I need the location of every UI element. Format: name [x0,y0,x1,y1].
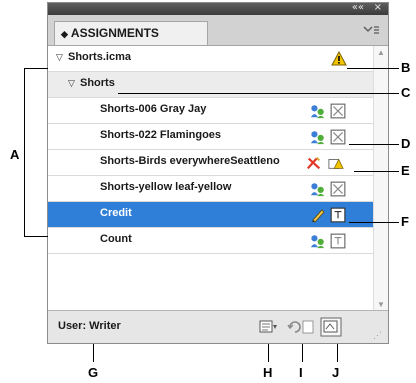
callout-line-c [118,93,399,94]
checked-out-icon [310,131,325,145]
callout-line-a [24,68,25,237]
panel-menu-icon[interactable] [362,24,380,36]
text-frame-icon [330,129,346,145]
list-scrollbar[interactable]: ▲ ▼ [373,46,388,312]
text-frame-icon [330,233,346,249]
list-item-document[interactable]: ▽ Shorts.icma [48,46,374,72]
callout-line-b [347,68,399,69]
resize-grip-icon[interactable]: ⋰ [373,330,382,341]
callout-h: H [263,365,273,380]
pencil-icon [312,209,325,223]
missing-icon [306,157,321,170]
list-item-story[interactable]: Count [48,228,374,254]
callout-a: A [10,147,20,162]
callout-line-a [24,236,48,237]
panel-tab-row: ◆ ASSIGNMENTS [48,15,388,46]
list-item-story[interactable]: Shorts-006 Gray Jay [48,98,374,124]
checked-out-icon [310,183,325,197]
callout-line-g [93,344,94,362]
checked-out-icon [310,105,325,119]
story-label: Shorts-Birds everywhereSeattleno [100,155,280,167]
checked-out-icon [310,235,325,249]
panel-footer: User: Writer ⋰ [48,310,388,343]
story-label: Count [100,233,132,245]
list-item-assignment[interactable]: ▽ Shorts [48,72,374,98]
list-item-story-selected[interactable]: Credit [48,202,374,228]
list-item-story[interactable]: Shorts-Birds everywhereSeattleno [48,150,374,176]
collapse-button[interactable]: «« [352,2,364,13]
assignments-panel: «« × ◆ ASSIGNMENTS ▽ Shorts.icma ▽ Shorts [47,2,389,344]
text-frame-icon [330,103,346,119]
document-label: Shorts.icma [68,51,131,63]
callout-b: B [401,60,411,75]
story-label: Shorts-022 Flamingoes [100,129,222,141]
callout-line-h [268,344,269,362]
callout-j: J [332,365,340,380]
callout-line-i [302,344,303,362]
list-item-story[interactable]: Shorts-022 Flamingoes [48,124,374,150]
expand-triangle-icon[interactable]: ▽ [68,78,75,89]
check-in-icon[interactable] [320,317,342,337]
text-frame-icon [330,181,346,197]
callout-line-e [354,171,399,172]
list-item-story[interactable]: Shorts-yellow leaf-yellow [48,176,374,202]
tab-arrows-icon: ◆ [61,29,68,39]
callout-c: C [401,85,411,100]
tab-assignments-label: ASSIGNMENTS [70,26,159,40]
callout-d: D [401,136,411,151]
callout-e: E [401,163,410,178]
story-label: Shorts-006 Gray Jay [100,103,207,115]
close-panel-button[interactable]: × [374,2,382,13]
callout-i: I [299,365,303,380]
scroll-up-icon[interactable]: ▲ [377,48,385,57]
warning-frame-icon [328,158,344,169]
callout-f: F [401,214,409,229]
story-label: Shorts-yellow leaf-yellow [100,181,232,193]
callout-line-j [337,344,338,362]
callout-line-a [24,68,48,69]
assignment-label: Shorts [80,77,115,89]
update-content-icon[interactable] [259,319,279,335]
callout-g: G [88,365,99,380]
check-out-icon[interactable] [286,319,316,335]
tab-assignments[interactable]: ◆ ASSIGNMENTS [54,21,208,45]
user-name: User: Writer [58,320,121,332]
text-frame-icon [330,207,346,223]
callout-line-f [349,222,399,223]
expand-triangle-icon[interactable]: ▽ [56,52,63,63]
assignments-list: ▽ Shorts.icma ▽ Shorts Shorts-006 Gray J… [48,46,388,312]
scroll-down-icon[interactable]: ▼ [377,300,385,309]
story-label: Credit [100,207,132,219]
callout-line-d [349,144,399,145]
panel-titlebar: «« × [48,2,388,15]
warning-icon [331,51,347,66]
